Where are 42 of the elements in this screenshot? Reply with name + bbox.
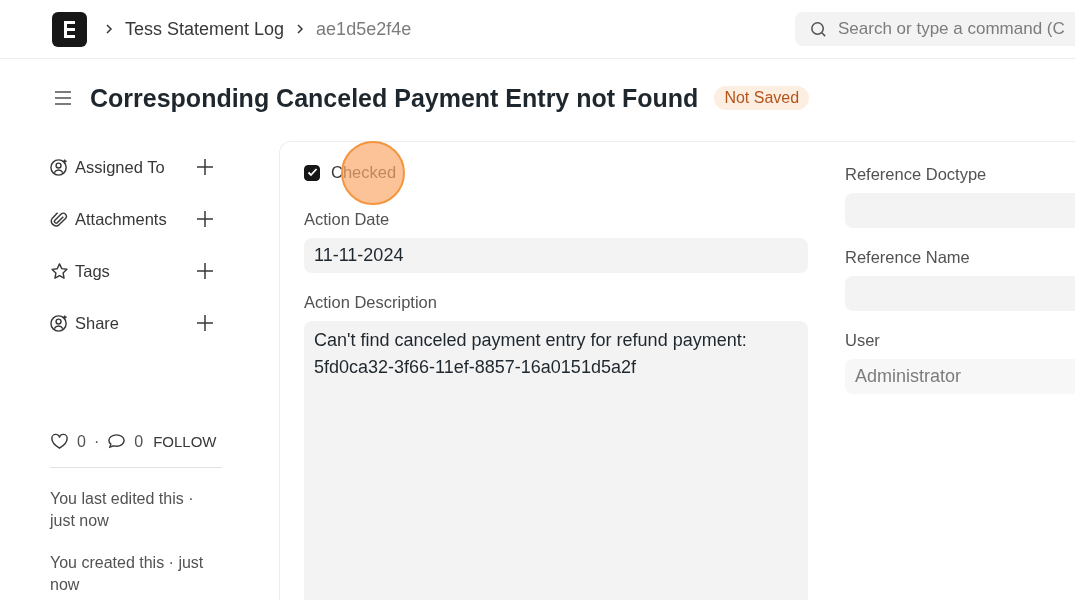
add-icon[interactable] [196, 262, 214, 280]
sidebar-link[interactable]: Attachments [50, 209, 167, 229]
add-icon[interactable] [196, 210, 214, 228]
add-icon[interactable] [196, 314, 214, 332]
user-plus-icon [50, 313, 69, 333]
follow-link[interactable]: FOLLOW [153, 433, 217, 450]
timeline-entry: You last edited this · just now [50, 489, 195, 531]
text-area[interactable]: Can't find canceled payment entry for refund payment: 5fd0ca32-3f66-11ef-8857-16a0151d5a2f [304, 321, 808, 600]
sidebar-label: Share [75, 313, 120, 333]
field-label: User [845, 331, 881, 350]
page-title: Corresponding Canceled Payment Entry not Found [90, 83, 699, 113]
field-label: Action Date [304, 210, 391, 230]
like-count: 0 [77, 432, 86, 451]
input-field[interactable]: 11-11-2024 [304, 238, 808, 274]
heart-icon[interactable] [50, 432, 69, 451]
sidebar-link[interactable]: Assigned To [50, 157, 165, 177]
input-field[interactable]: Administrator [845, 359, 1075, 394]
status-badge: Not Saved [714, 86, 810, 110]
sidebar-link[interactable]: Tags [50, 261, 110, 281]
search-field[interactable]: Search or type a command (C [795, 12, 1075, 46]
sidebar-link[interactable]: Share [50, 313, 120, 333]
search-icon [809, 19, 828, 39]
separator-dot: · [93, 432, 100, 451]
breadcrumb-link[interactable]: ae1d5e2f4e [316, 18, 412, 40]
breadcrumb-link[interactable]: Tess Statement Log [125, 18, 285, 40]
comment-count: 0 [134, 432, 144, 451]
sidebar-label: Tags [75, 261, 110, 281]
comment-icon[interactable] [107, 432, 127, 451]
app-logo[interactable] [52, 11, 87, 47]
field-label: Action Description [304, 293, 438, 313]
user-plus-icon [50, 157, 69, 177]
star-icon [50, 261, 69, 281]
sidebar-label: Attachments [75, 209, 167, 229]
paperclip-icon [50, 209, 69, 229]
sidebar-label: Assigned To [75, 157, 165, 177]
field-label: Reference Name [845, 248, 971, 267]
timeline-entry: You created this · just now [50, 553, 205, 595]
check-icon [306, 167, 318, 179]
add-icon[interactable] [196, 158, 214, 176]
checkbox[interactable] [304, 164, 320, 181]
field-label: Reference Doctype [845, 165, 988, 184]
chevron-right-icon [103, 23, 115, 35]
